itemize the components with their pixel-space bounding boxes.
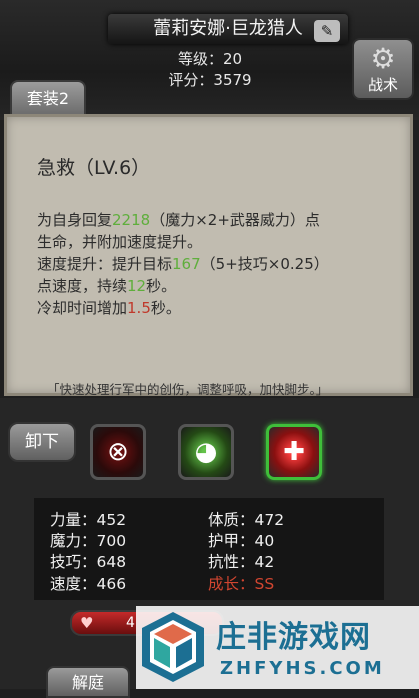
skill-title: 急救（LV.6） xyxy=(37,157,151,179)
stat-strength: 力量：452 xyxy=(50,511,127,529)
skill-flavor-text: 「快速处理行军中的创伤，调整呼吸，加快脚步。」 xyxy=(47,382,329,397)
stat-constitution: 体质：472 xyxy=(208,511,285,529)
gear-icon: ⚙ xyxy=(370,42,396,75)
tactics-label: 战术 xyxy=(367,76,398,94)
medical-cross-icon: ✚ xyxy=(283,437,305,467)
edit-name-button[interactable]: ✎ xyxy=(314,20,340,42)
character-name: 蕾莉安娜·巨龙猎人 xyxy=(108,14,348,44)
site-logo-icon xyxy=(142,612,204,682)
desc-text: 冷却时间增加 xyxy=(37,299,128,317)
green-orb-skill-icon: ◕ xyxy=(194,437,218,467)
stat-growth: 成长：SS xyxy=(208,575,275,593)
watermark-title: 庄非游戏网 xyxy=(216,620,371,655)
skill-tooltip: 急救（LV.6） 为自身回复2218（魔力×2+武器威力）点 生命，并附加速度提… xyxy=(4,114,413,397)
score-label: 评分：3579 xyxy=(168,71,252,89)
target-skill-icon: ⊗ xyxy=(107,437,129,467)
pencil-icon: ✎ xyxy=(320,22,334,40)
set-tab[interactable]: 套装2 xyxy=(10,80,86,118)
site-watermark: 庄非游戏网 ZHFYHS.COM xyxy=(136,606,419,689)
desc-text: 生命，并附加速度提升。 xyxy=(37,233,203,251)
skill-slot-3-selected[interactable]: ✚ xyxy=(266,424,322,480)
stat-resistance: 抗性：42 xyxy=(208,553,275,571)
stat-skill: 技巧：648 xyxy=(50,553,127,571)
desc-text: （5+技巧×0.25） xyxy=(200,255,329,273)
stat-armor: 护甲：40 xyxy=(208,532,275,550)
desc-text: （魔力×2+武器威力）点 xyxy=(150,211,320,229)
skill-slot-1[interactable]: ⊗ xyxy=(90,424,146,480)
watermark-domain: ZHFYHS.COM xyxy=(220,658,385,679)
stat-speed: 速度：466 xyxy=(50,575,127,593)
cooldown-value: 1.5 xyxy=(127,299,151,317)
desc-text: 秒。 xyxy=(146,277,177,295)
unlock-button[interactable]: 解庭 xyxy=(46,666,130,698)
heart-icon: ♥ xyxy=(80,614,94,632)
skill-slot-2[interactable]: ◕ xyxy=(178,424,234,480)
unequip-button[interactable]: 卸下 xyxy=(8,422,76,462)
tactics-button[interactable]: ⚙ 战术 xyxy=(352,38,414,100)
desc-text: 速度提升：提升目标 xyxy=(37,255,173,273)
level-label: 等级：20 xyxy=(177,50,243,68)
speed-value: 167 xyxy=(172,255,201,273)
duration-value: 12 xyxy=(127,277,147,295)
hp-value: 4 xyxy=(126,615,135,631)
skill-description: 为自身回复2218（魔力×2+武器威力）点 生命，并附加速度提升。 速度提升：提… xyxy=(37,209,387,319)
desc-text: 为自身回复 xyxy=(37,211,113,229)
stats-box: 力量：452 魔力：700 技巧：648 速度：466 体质：472 护甲：40… xyxy=(34,498,384,600)
desc-text: 点速度，持续 xyxy=(37,277,128,295)
desc-text: 秒。 xyxy=(150,299,181,317)
stat-magic: 魔力：700 xyxy=(50,532,127,550)
heal-value: 2218 xyxy=(112,211,151,229)
